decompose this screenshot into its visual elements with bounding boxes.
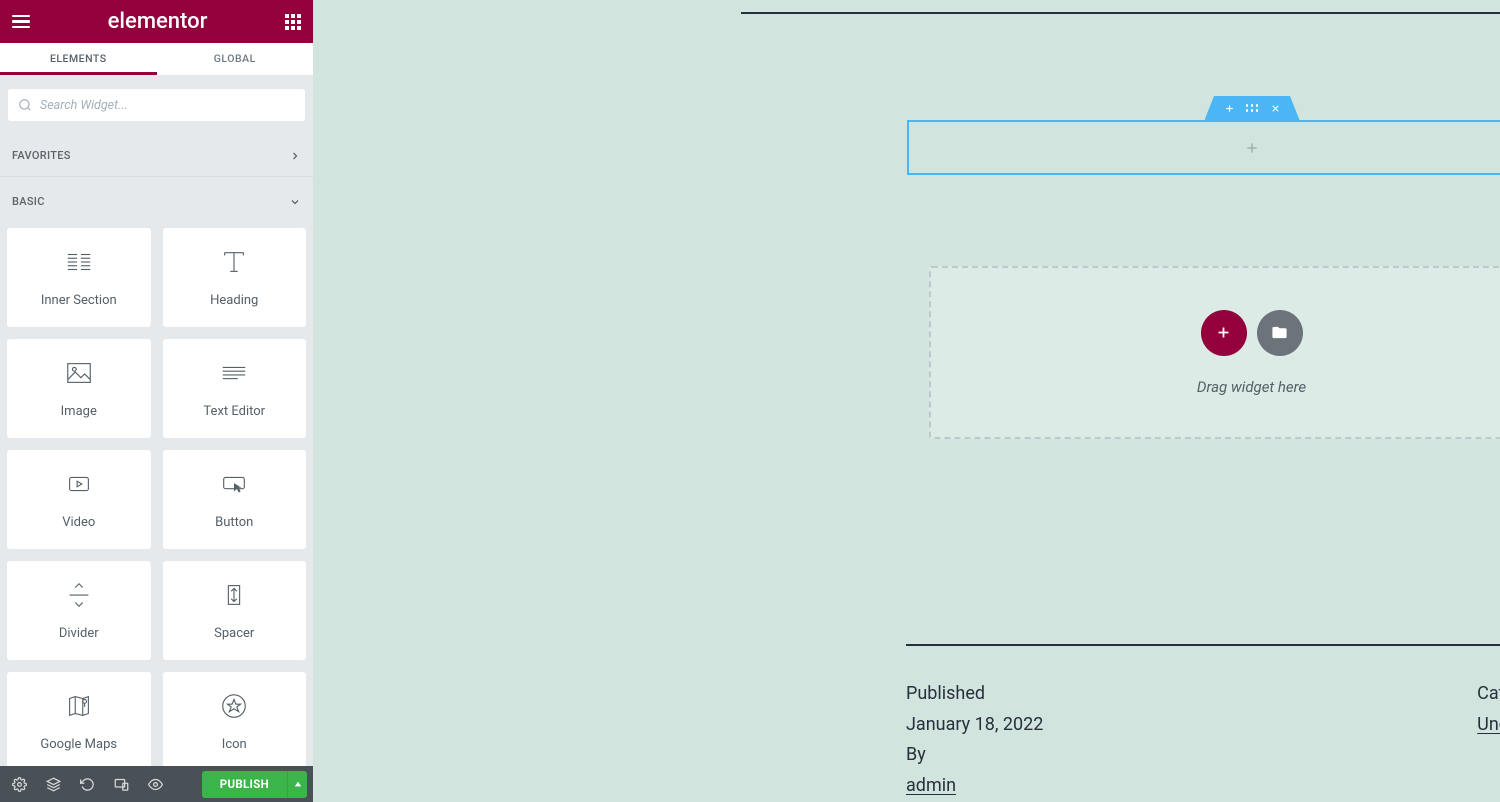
widget-label: Spacer [214,626,254,641]
search-icon [18,98,32,112]
drag-handle-icon[interactable] [1246,104,1259,112]
author-line: By admin [906,740,1043,801]
navigator-button[interactable] [36,766,70,802]
category-favorites[interactable]: FAVORITES [0,135,313,177]
chevron-right-icon [289,150,301,162]
category-link[interactable]: Uncategorized [1477,710,1500,741]
heading-icon [219,247,249,277]
tab-global[interactable]: GLOBAL [157,43,314,75]
published-line: Published January 18, 2022 [906,679,1043,740]
widget-heading[interactable]: Heading [163,228,307,327]
plus-icon [1215,324,1232,341]
spacer-icon [219,580,249,610]
video-icon [64,469,94,499]
panel-header: elementor [0,0,313,43]
folder-icon [1271,324,1288,341]
widget-label: Button [215,515,253,530]
author-link[interactable]: admin [906,771,1043,802]
category-label: BASIC [12,195,45,208]
caret-up-icon [294,780,302,788]
widget-button[interactable]: Button [163,450,307,549]
menu-icon[interactable] [12,15,30,29]
top-divider [741,12,1500,14]
widget-google-maps[interactable]: Google Maps [7,672,151,766]
settings-button[interactable] [2,766,36,802]
layers-icon [46,777,61,792]
plus-icon[interactable] [1244,140,1260,156]
category-basic[interactable]: BASIC [0,181,313,222]
category-label: FAVORITES [12,149,71,162]
widget-label: Inner Section [41,293,117,308]
post-footer: Published January 18, 2022 By admin Edit… [906,644,1500,802]
widget-inner-section[interactable]: Inner Section [7,228,151,327]
widget-video[interactable]: Video [7,450,151,549]
add-section-button[interactable] [1201,310,1247,356]
section-wrapper [907,96,1500,175]
elementor-panel: elementor ELEMENTS GLOBAL FAVORITES BASI… [0,0,313,802]
widget-label: Heading [210,293,258,308]
close-icon[interactable] [1270,103,1281,114]
responsive-button[interactable] [104,766,138,802]
widget-grid: Inner Section Heading Image Text Editor … [0,222,313,766]
panel-tabs: ELEMENTS GLOBAL [0,43,313,75]
panel-footer: PUBLISH [0,766,313,802]
widget-label: Image [61,404,97,419]
empty-section[interactable] [907,120,1500,175]
widget-spacer[interactable]: Spacer [163,561,307,660]
editor-canvas[interactable]: Drag widget here Published January 18, 2… [313,0,1500,802]
star-icon [219,691,249,721]
widget-divider[interactable]: Divider [7,561,151,660]
dropzone-label: Drag widget here [1197,378,1306,396]
history-icon [80,777,95,792]
text-editor-icon [219,358,249,388]
footer-divider [906,644,1500,646]
plus-icon[interactable] [1224,103,1235,114]
chevron-down-icon [289,196,301,208]
tab-elements[interactable]: ELEMENTS [0,43,157,75]
preview-button[interactable] [138,766,172,802]
map-icon [64,691,94,721]
divider-icon [64,580,94,610]
widget-label: Divider [59,626,99,641]
publish-options-button[interactable] [287,771,307,798]
widget-label: Video [62,515,95,530]
inner-section-icon [64,247,94,277]
widget-text-editor[interactable]: Text Editor [163,339,307,438]
search-wrapper [8,89,305,121]
search-input[interactable] [32,98,295,113]
widget-icon[interactable]: Icon [163,672,307,766]
add-section-dropzone[interactable]: Drag widget here [929,266,1500,439]
section-handle[interactable] [1205,96,1300,120]
image-icon [64,358,94,388]
history-button[interactable] [70,766,104,802]
gear-icon [12,777,27,792]
publish-button[interactable]: PUBLISH [202,771,287,798]
widget-label: Icon [222,737,247,752]
widget-label: Google Maps [40,737,117,752]
template-library-button[interactable] [1257,310,1303,356]
widget-image[interactable]: Image [7,339,151,438]
category-line: Categorized as Uncategorized [1477,679,1500,740]
button-icon [219,469,249,499]
apps-icon[interactable] [285,14,301,30]
widget-label: Text Editor [203,404,265,419]
eye-icon [148,777,163,792]
logo: elementor [108,9,208,34]
responsive-icon [114,777,129,792]
